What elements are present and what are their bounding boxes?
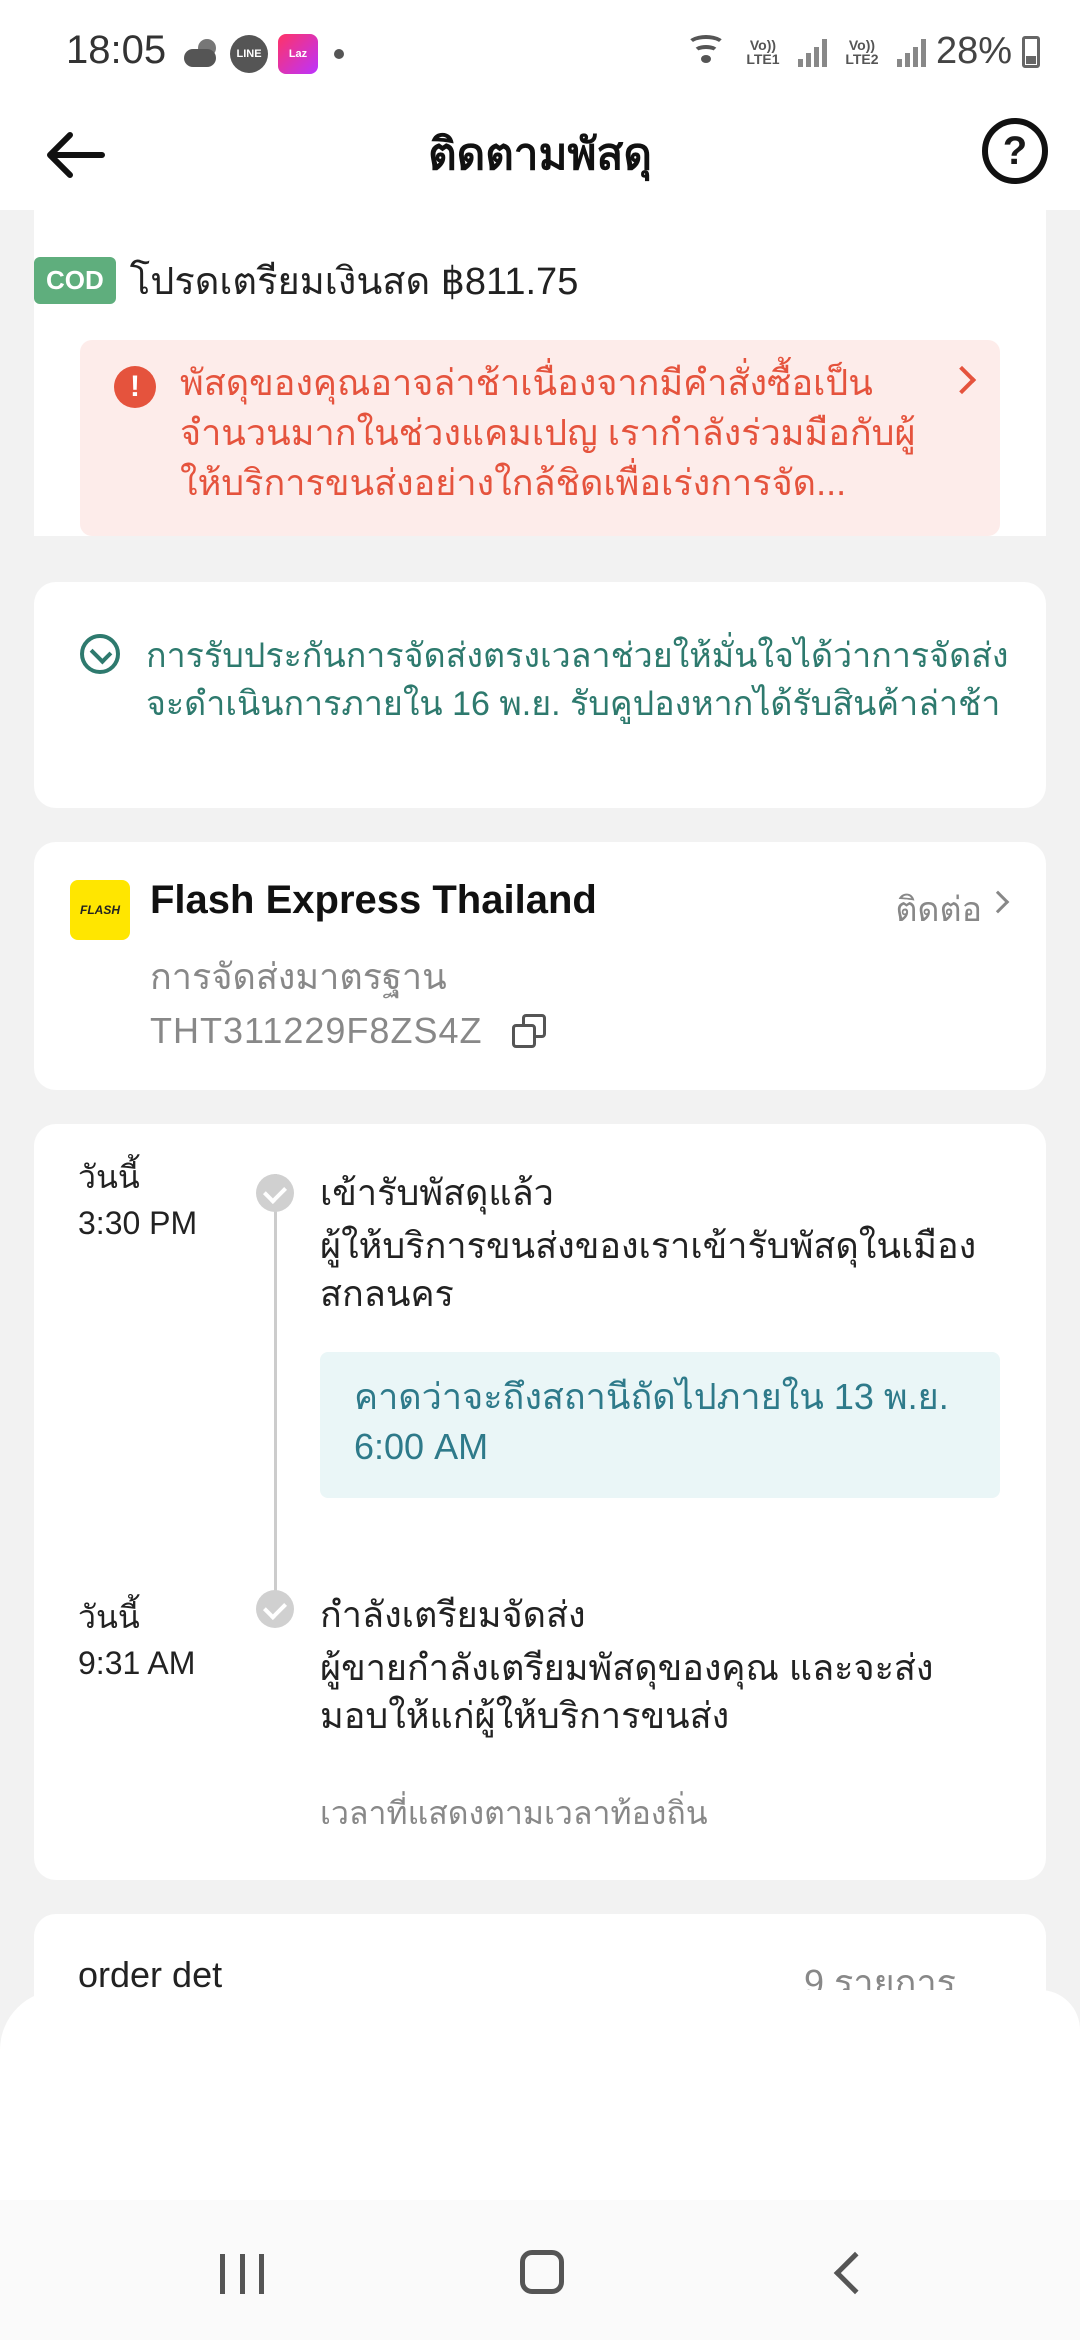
system-status-icons: Vo)) LTE1 Vo)) LTE2 28% <box>684 30 1040 73</box>
delay-notice-text: พัสดุของคุณอาจล่าช้าเนื่องจากมีคำสั่งซื้… <box>180 362 916 503</box>
event-2-title: กำลังเตรียมจัดส่ง <box>320 1594 586 1635</box>
app-header: ติดตามพัสดุ ? <box>0 100 1080 210</box>
alert-icon: ! <box>114 366 156 408</box>
cod-row: COD โปรดเตรียมเงินสด ฿811.75 <box>34 250 578 311</box>
line-app-icon: LINE <box>230 35 268 73</box>
copy-icon[interactable] <box>512 1014 550 1052</box>
system-nav-bar <box>0 2200 1080 2340</box>
battery-percent: 28% <box>935 30 1012 72</box>
eta-text: คาดว่าจะถึงสถานีถัดไปภายใน 13 พ.ย. 6:00 … <box>354 1376 949 1467</box>
event-2-date: วันนี้ <box>78 1599 140 1635</box>
cod-badge: COD <box>34 257 116 304</box>
delay-notice[interactable]: ! พัสดุของคุณอาจล่าช้าเนื่องจากมีคำสั่งซ… <box>80 340 1000 536</box>
wifi-icon <box>684 34 728 69</box>
chevron-right-icon <box>986 890 1010 914</box>
eta-box: คาดว่าจะถึงสถานีถัดไปภายใน 13 พ.ย. 6:00 … <box>320 1352 1000 1498</box>
event-2-description: ผู้ขายกำลังเตรียมพัสดุของคุณ และจะส่งมอบ… <box>320 1647 934 1736</box>
status-time: 18:05 <box>66 28 167 72</box>
lazada-app-icon: Laz <box>278 34 318 74</box>
question-mark-icon: ? <box>1002 128 1028 173</box>
sim1-label: Vo)) LTE1 <box>746 36 780 67</box>
guarantee-text: การรับประกันการจัดส่งตรงเวลาช่วยให้มั่นใ… <box>146 637 1009 723</box>
weather-icon <box>180 39 220 69</box>
page-title: ติดตามพัสดุ <box>428 130 652 179</box>
event-1-title: เข้ารับพัสดุแล้ว <box>320 1172 554 1213</box>
signal-bars-1-icon <box>797 37 827 67</box>
carrier-name: Flash Express Thailand <box>150 878 597 922</box>
help-button[interactable]: ? <box>982 118 1048 184</box>
stopwatch-check-icon <box>80 634 120 674</box>
more-notifications-dot-icon <box>334 49 344 59</box>
local-time-note: เวลาที่แสดงตามเวลาท้องถิ่น <box>320 1795 708 1831</box>
carrier-card: FLASH Flash Express Thailand ติดต่อ การจ… <box>34 842 1046 1090</box>
timeline-connector <box>274 1174 277 1600</box>
ontime-guarantee-card: การรับประกันการจัดส่งตรงเวลาช่วยให้มั่นใ… <box>34 582 1046 808</box>
event-2-time: 9:31 AM <box>78 1645 196 1681</box>
cod-text: โปรดเตรียมเงินสด ฿811.75 <box>129 261 579 303</box>
event-1-description: ผู้ให้บริการขนส่งของเราเข้ารับพัสดุในเมื… <box>320 1225 977 1314</box>
tracking-number: THT311229F8ZS4Z <box>150 1010 483 1051</box>
nav-back-button[interactable] <box>833 2251 877 2295</box>
event-1-date: วันนี้ <box>78 1159 140 1195</box>
event-1-time: 3:30 PM <box>78 1205 198 1241</box>
status-bar: 18:05 LINE Laz Vo)) LTE1 Vo)) LTE2 28% <box>0 0 1080 100</box>
redaction-overlay <box>0 1990 1080 2210</box>
recents-button[interactable] <box>220 2254 264 2294</box>
tracking-timeline-card: วันนี้ 3:30 PM เข้ารับพัสดุแล้ว ผู้ให้บร… <box>34 1124 1046 1880</box>
contact-link[interactable]: ติดต่อ <box>895 882 982 936</box>
chevron-right-icon <box>947 365 977 395</box>
sim2-label: Vo)) LTE2 <box>845 36 879 67</box>
battery-icon <box>1022 35 1040 68</box>
check-circle-icon <box>256 1590 294 1628</box>
shipping-service: การจัดส่งมาตรฐาน <box>150 956 447 997</box>
home-button[interactable] <box>520 2250 564 2294</box>
notification-icons: LINE Laz <box>180 34 344 74</box>
flash-express-logo: FLASH <box>70 880 130 940</box>
check-circle-icon <box>256 1174 294 1212</box>
signal-bars-2-icon <box>896 37 926 67</box>
